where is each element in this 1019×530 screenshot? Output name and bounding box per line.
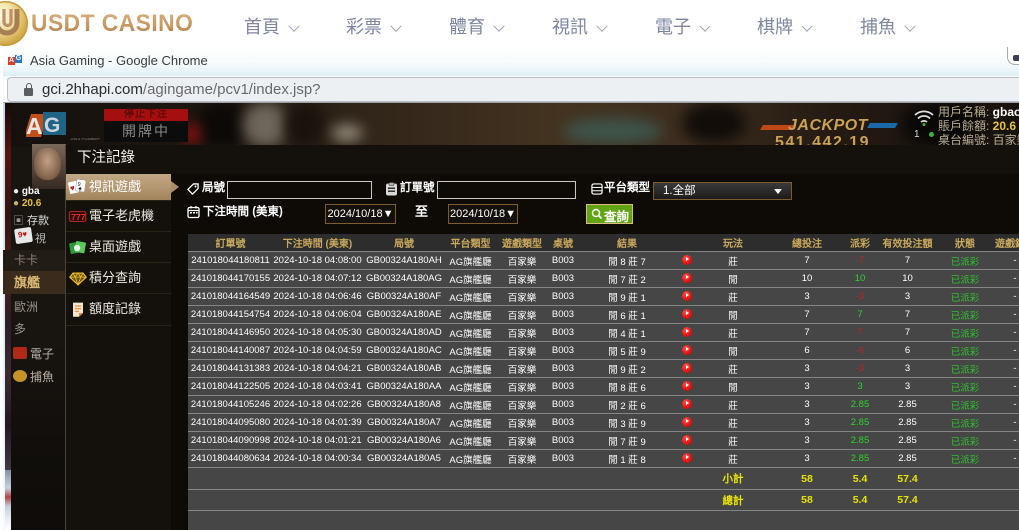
svg-text:JACKPOT: JACKPOT (788, 117, 869, 133)
svg-text:777: 777 (71, 212, 86, 222)
svg-text:ASIA GAMING: ASIA GAMING (69, 137, 100, 140)
